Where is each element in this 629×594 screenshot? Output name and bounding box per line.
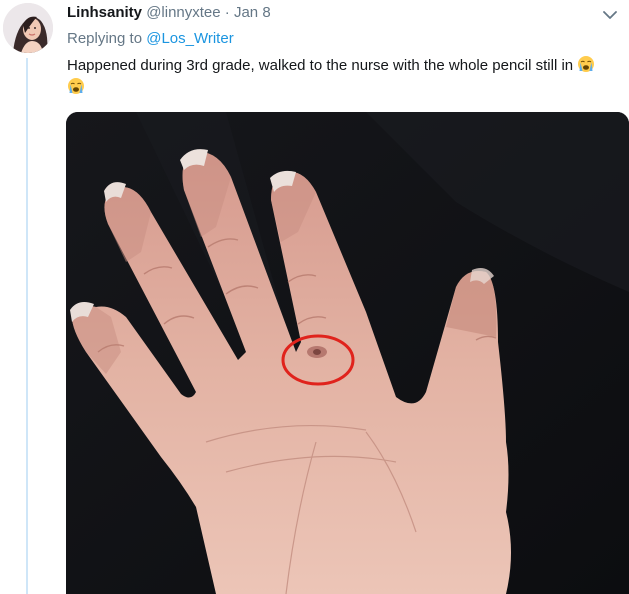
avatar[interactable] bbox=[3, 3, 53, 53]
tweet[interactable]: Linhsanity @linnyxtee · Jan 8 Replying t… bbox=[0, 0, 629, 594]
display-name[interactable]: Linhsanity bbox=[67, 4, 142, 21]
avatar-photo-icon bbox=[3, 3, 53, 53]
user-handle[interactable]: @linnyxtee bbox=[146, 4, 220, 21]
tweet-text: Happened during 3rd grade, walked to the… bbox=[67, 55, 623, 99]
loudly-crying-face-icon bbox=[578, 56, 595, 72]
reply-mention-link[interactable]: @Los_Writer bbox=[146, 30, 233, 47]
tweet-menu-button[interactable] bbox=[603, 7, 617, 19]
tweet-header: Linhsanity @linnyxtee · Jan 8 bbox=[67, 3, 271, 23]
chevron-down-icon bbox=[603, 11, 617, 19]
hand-photo bbox=[66, 112, 629, 594]
thread-line bbox=[26, 58, 28, 594]
loudly-crying-face-icon bbox=[68, 78, 84, 94]
reply-prefix: Replying to bbox=[67, 30, 143, 47]
timestamp[interactable]: Jan 8 bbox=[234, 4, 271, 21]
reply-context: Replying to @Los_Writer bbox=[67, 29, 234, 49]
tweet-body: Happened during 3rd grade, walked to the… bbox=[67, 57, 574, 74]
separator-dot: · bbox=[224, 4, 230, 21]
tweet-media-photo[interactable] bbox=[66, 112, 629, 594]
